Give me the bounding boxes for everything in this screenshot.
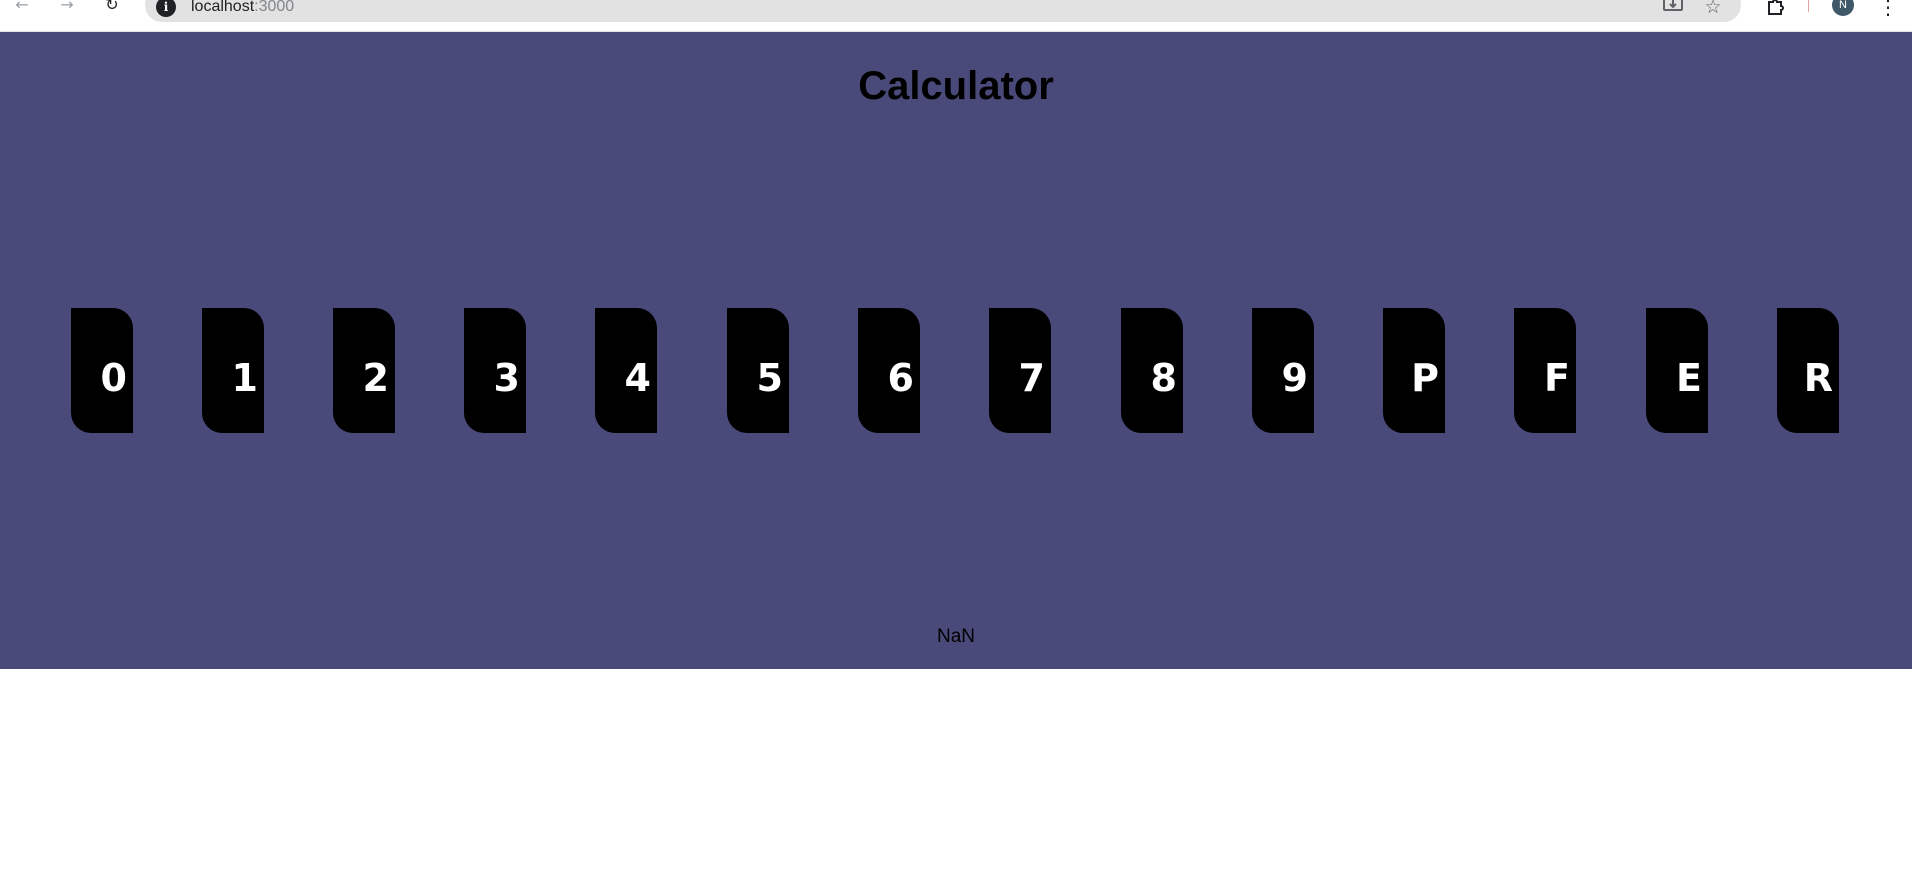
key-label: 3 — [493, 355, 520, 400]
page-title: Calculator — [858, 64, 1054, 108]
calculator-app: Calculator 0 1 2 3 4 5 6 7 8 9 P F E R N… — [0, 32, 1912, 669]
key-2[interactable]: 2 — [333, 308, 395, 433]
key-label: E — [1676, 355, 1702, 400]
toolbar-divider — [1808, 0, 1809, 12]
address-bar[interactable]: i localhost:3000 ☆ — [145, 0, 1741, 22]
key-label: 1 — [231, 355, 258, 400]
key-label: 0 — [100, 355, 127, 400]
reload-icon[interactable]: ↻ — [98, 0, 126, 14]
url-host: localhost — [191, 0, 255, 15]
key-label: F — [1544, 355, 1570, 400]
key-3[interactable]: 3 — [464, 308, 526, 433]
key-label: 4 — [624, 355, 651, 400]
key-9[interactable]: 9 — [1252, 308, 1314, 433]
key-e[interactable]: E — [1646, 308, 1708, 433]
url-text[interactable]: localhost:3000 — [191, 0, 294, 17]
info-icon[interactable]: i — [156, 0, 176, 17]
key-label: R — [1803, 355, 1833, 400]
star-icon[interactable]: ☆ — [1700, 0, 1726, 18]
key-label: 2 — [362, 355, 389, 400]
key-1[interactable]: 1 — [202, 308, 264, 433]
avatar[interactable]: N — [1832, 0, 1854, 16]
key-0[interactable]: 0 — [71, 308, 133, 433]
back-arrow-icon[interactable]: ← — [8, 0, 36, 14]
key-label: 5 — [756, 355, 783, 400]
key-5[interactable]: 5 — [727, 308, 789, 433]
forward-arrow-icon[interactable]: → — [53, 0, 81, 14]
key-8[interactable]: 8 — [1121, 308, 1183, 433]
key-6[interactable]: 6 — [858, 308, 920, 433]
puzzle-icon[interactable] — [1763, 0, 1789, 18]
result-display: NaN — [936, 626, 975, 647]
key-r[interactable]: R — [1777, 308, 1839, 433]
key-7[interactable]: 7 — [989, 308, 1051, 433]
key-p[interactable]: P — [1383, 308, 1445, 433]
kebab-menu-icon[interactable]: ⋮ — [1875, 0, 1901, 18]
key-f[interactable]: F — [1514, 308, 1576, 433]
key-label: 7 — [1018, 355, 1045, 400]
key-4[interactable]: 4 — [595, 308, 657, 433]
url-port: :3000 — [254, 0, 295, 15]
key-label: 8 — [1150, 355, 1177, 400]
keypad: 0 1 2 3 4 5 6 7 8 9 P F E R — [0, 308, 1912, 434]
key-label: 6 — [887, 355, 914, 400]
browser-toolbar: ← → ↻ i localhost:3000 ☆ N ⋮ — [0, 0, 1912, 32]
install-app-icon[interactable] — [1660, 0, 1686, 18]
key-label: 9 — [1281, 355, 1308, 400]
key-label: P — [1411, 355, 1439, 400]
